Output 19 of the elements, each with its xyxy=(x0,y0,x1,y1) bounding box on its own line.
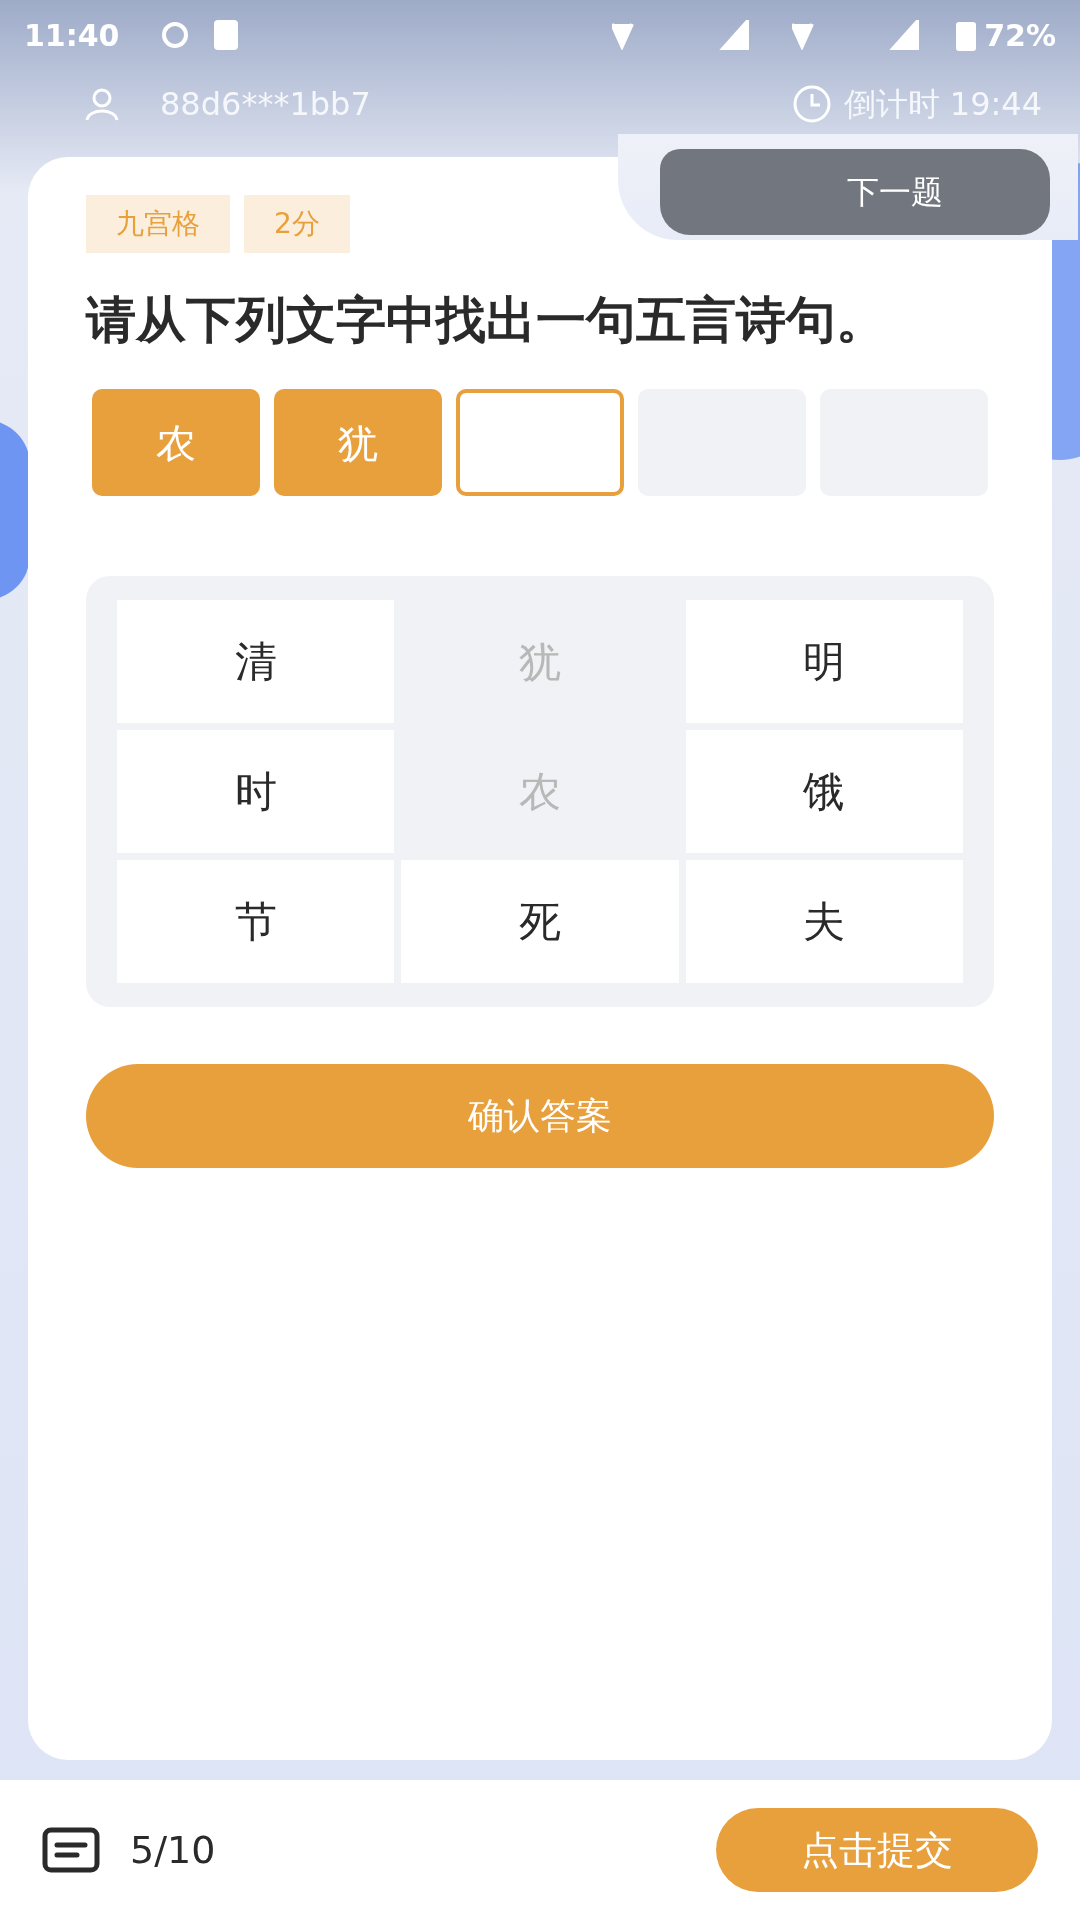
character-cell[interactable]: 明 xyxy=(685,600,963,723)
character-cell[interactable]: 时 xyxy=(117,730,395,853)
clock-icon xyxy=(791,84,832,124)
progress-count: 5/10 xyxy=(130,1826,216,1874)
answer-slot[interactable] xyxy=(456,389,624,496)
battery-icon xyxy=(956,19,977,51)
character-cell[interactable]: 夫 xyxy=(685,860,963,983)
list-icon xyxy=(42,1827,100,1873)
next-question-button[interactable]: 下一题 xyxy=(660,149,1050,235)
character-cell[interactable]: 饿 xyxy=(685,730,963,853)
character-cell[interactable]: 死 xyxy=(401,860,679,983)
question-text: 请从下列文字中找出一句五言诗句。 xyxy=(86,290,887,351)
battery-level: 72% xyxy=(984,16,1056,55)
user-icon xyxy=(84,86,120,122)
status-time: 11:40 xyxy=(24,16,120,55)
character-cell[interactable]: 节 xyxy=(117,860,395,983)
tag: 2分 xyxy=(244,195,350,253)
character-cell[interactable]: 清 xyxy=(117,600,395,723)
tag: 九宫格 xyxy=(86,195,230,253)
